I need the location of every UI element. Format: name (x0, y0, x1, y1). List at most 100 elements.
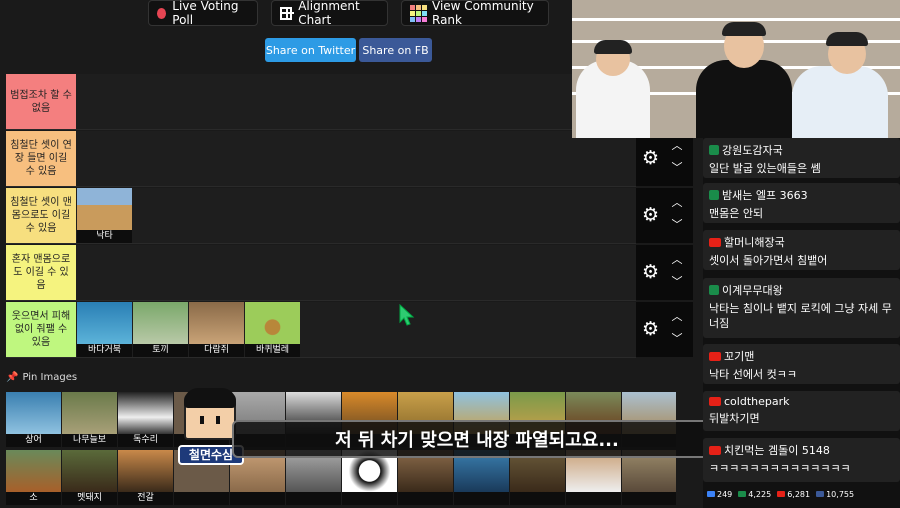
pin-card[interactable]: 멧돼지 (62, 450, 117, 505)
chevron-down-icon[interactable]: ﹀ (670, 219, 684, 230)
pin-images-header: 📌 Pin Images (6, 372, 77, 383)
chevron-up-icon[interactable]: ︿ (670, 140, 684, 151)
pin-card[interactable]: 전갈 (118, 450, 173, 505)
gear-icon[interactable]: ⚙ (642, 263, 660, 282)
community-rank-button[interactable]: View Community Rank (401, 0, 549, 27)
chat-text: 뒤발차기면 (709, 412, 760, 425)
chat-text: 일단 발굽 있는애들은 쎔 (709, 162, 821, 175)
chat-message: 이계무무대왕 낙타는 침이나 뱉지 로킥에 그냥 자세 무너짐 (703, 278, 900, 338)
sea-turtle-image (77, 302, 132, 344)
card-caption: 토끼 (133, 344, 188, 357)
grid-icon (280, 6, 295, 20)
chat-message: 치킨먹는 겜돌이 5148 ㅋㅋㅋㅋㅋㅋㅋㅋㅋㅋㅋㅋㅋㅋ (703, 438, 900, 482)
tier-label: 범접조차 할 수 없음 (6, 74, 76, 129)
tier-controls: ⚙ ︿ ﹀ (636, 131, 693, 186)
chat-message: 강원도감자국 일단 발굽 있는애들은 쎔 (703, 138, 900, 178)
tier-label: 침철단 셋이 맨몸으로도 이길 수 있음 (6, 188, 76, 243)
chevron-up-icon[interactable]: ︿ (670, 197, 684, 208)
tier-card[interactable]: 낙타 (77, 188, 132, 243)
card-caption: 다람쥐 (189, 344, 244, 357)
camel-image (77, 188, 132, 230)
subtitle-caption: 저 뒤 차기 맞으면 내장 파열되고요... (232, 420, 722, 458)
chzzk-badge-icon (709, 145, 719, 155)
pin-card[interactable] (566, 450, 621, 505)
tier-items: 낙타 (76, 188, 132, 243)
chat-text: 맨몸은 안되 (709, 207, 764, 220)
tier-card[interactable]: 다람쥐 (189, 302, 244, 357)
card-caption: 낙타 (77, 230, 132, 243)
chevron-down-icon[interactable]: ﹀ (670, 276, 684, 287)
chevron-up-icon[interactable]: ︿ (670, 254, 684, 265)
pin-card[interactable] (622, 450, 676, 505)
person-center (696, 60, 792, 138)
webcam-feed (572, 0, 900, 138)
tier-label: 혼자 맨몸으로도 이길 수 있음 (6, 245, 76, 300)
chevron-down-icon[interactable]: ﹀ (670, 162, 684, 173)
chat-message: 꼬기맨 낙타 선에서 컷ㅋㅋ (703, 344, 900, 384)
alignment-chart-label: Alignment Chart (298, 0, 360, 27)
tier-items: 바다거북 토끼 다람쥐 바퀴벌레 (76, 302, 300, 357)
tier-label: 웃으면서 피해 없이 줘팰 수 있음 (6, 302, 76, 357)
tier-controls: ⚙ ︿ ﹀ (636, 188, 693, 243)
tier-card[interactable]: 토끼 (133, 302, 188, 357)
chat-username: 꼬기맨 (724, 350, 755, 363)
chat-message: 할머니해장국 셋이서 돌아가면서 침뱉어 (703, 230, 900, 270)
share-twitter-button[interactable]: Share on Twitter (265, 38, 356, 62)
youtube-icon (777, 491, 786, 497)
card-caption: 바퀴벌레 (245, 344, 300, 357)
youtube-badge-icon (709, 237, 721, 247)
pin-card[interactable] (510, 450, 565, 505)
tier-row: 혼자 맨몸으로도 이길 수 있음 (6, 245, 636, 301)
chat-username: 치킨먹는 겜돌이 5148 (724, 444, 830, 457)
pin-icon: 📌 (6, 372, 19, 383)
pin-card[interactable]: 소 (6, 450, 61, 505)
chzzk-icon (738, 491, 747, 497)
chevron-up-icon[interactable]: ︿ (670, 311, 684, 322)
youtube-badge-icon (709, 445, 721, 455)
chat-text: 낙타 선에서 컷ㅋㅋ (709, 368, 797, 381)
tier-controls: ⚙ ︿ ﹀ (636, 245, 693, 300)
tier-controls: ⚙ ︿ ﹀ (636, 302, 693, 357)
gear-icon[interactable]: ⚙ (642, 149, 660, 168)
live-voting-button[interactable]: Live Voting Poll (148, 0, 258, 27)
tier-card[interactable]: 바다거북 (77, 302, 132, 357)
viewers-icon (707, 491, 715, 497)
chat-panel: 강원도감자국 일단 발굽 있는애들은 쎔 밤새는 엘프 3663 맨몸은 안되 … (703, 138, 900, 508)
record-dot-icon (157, 7, 167, 19)
cockroach-image (245, 302, 300, 344)
pin-card[interactable] (454, 450, 509, 505)
chzzk-badge-icon (709, 285, 719, 295)
gear-icon[interactable]: ⚙ (642, 320, 660, 339)
chat-username: 이계무무대왕 (722, 284, 783, 297)
pin-card[interactable]: 독수리 (118, 392, 173, 447)
chzzk-badge-icon (709, 190, 719, 200)
character-avatar (184, 388, 236, 440)
pin-card[interactable] (342, 450, 397, 505)
person-right (792, 66, 888, 138)
card-caption: 바다거북 (77, 344, 132, 357)
tier-row: 침철단 셋이 맨몸으로도 이길 수 있음 낙타 (6, 188, 636, 244)
youtube-badge-icon (709, 351, 721, 361)
tier-grid-icon (410, 5, 427, 22)
tier-row: 웃으면서 피해 없이 줘팰 수 있음 바다거북 토끼 다람쥐 바퀴벌레 (6, 302, 636, 358)
chevron-down-icon[interactable]: ﹀ (670, 333, 684, 344)
total-icon (816, 491, 825, 497)
live-voting-label: Live Voting Poll (172, 0, 239, 27)
stream-page: Live Voting Poll Alignment Chart View Co… (0, 0, 900, 508)
share-fb-button[interactable]: Share on FB (359, 38, 432, 62)
chat-text: 낙타는 침이나 뱉지 로킥에 그냥 자세 무너짐 (709, 302, 892, 330)
pin-card[interactable] (286, 450, 341, 505)
chat-username: coldthepark (724, 395, 790, 408)
pin-images-title: Pin Images (22, 372, 78, 383)
community-rank-label: View Community Rank (432, 0, 534, 27)
chat-username: 할머니해장국 (724, 236, 785, 249)
pin-card[interactable]: 상어 (6, 392, 61, 447)
alignment-chart-button[interactable]: Alignment Chart (271, 0, 388, 27)
pin-card[interactable] (398, 450, 453, 505)
pin-card[interactable]: 나무늘보 (62, 392, 117, 447)
gear-icon[interactable]: ⚙ (642, 206, 660, 225)
tier-row: 침철단 셋이 연장 들면 이길 수 있음 (6, 131, 636, 187)
chat-username: 밤새는 엘프 3663 (722, 189, 808, 202)
chat-message: 밤새는 엘프 3663 맨몸은 안되 (703, 183, 900, 223)
tier-card[interactable]: 바퀴벌레 (245, 302, 300, 357)
